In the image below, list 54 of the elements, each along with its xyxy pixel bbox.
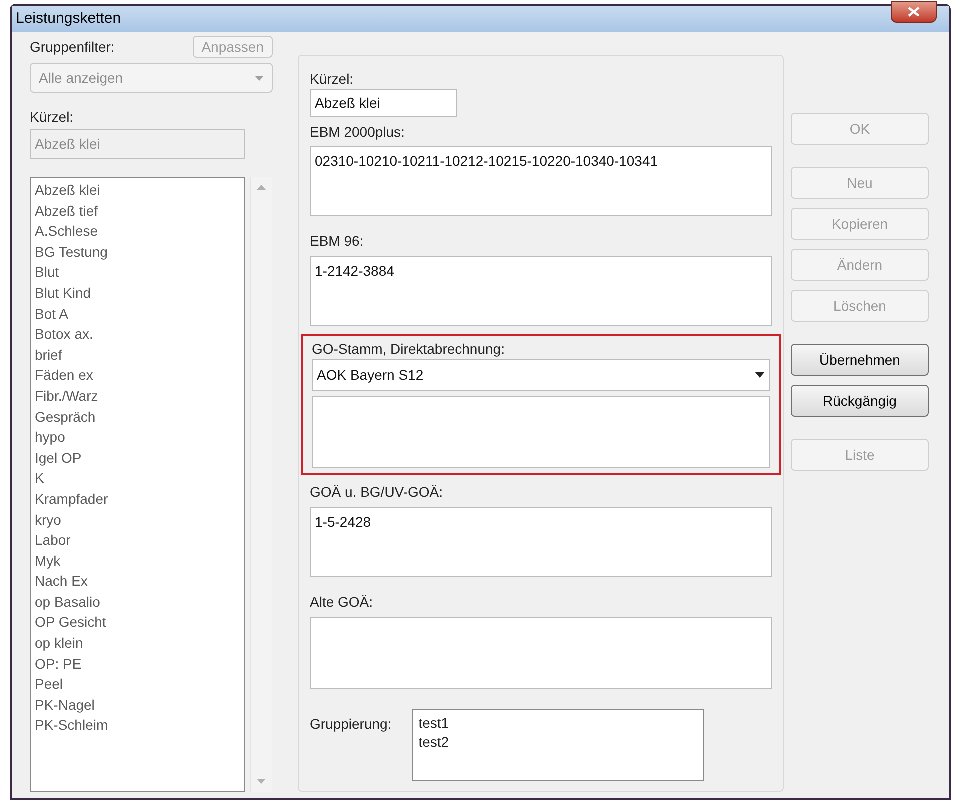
field-label: Gruppierung: bbox=[310, 716, 392, 732]
list-item[interactable]: PK-Schleim bbox=[35, 715, 240, 736]
text-area[interactable] bbox=[312, 396, 770, 468]
field-label: GOÄ u. BG/UV-GOÄ: bbox=[310, 484, 444, 500]
list-item[interactable]: kryo bbox=[35, 510, 240, 530]
list-item[interactable]: test2 bbox=[418, 733, 697, 752]
list-item[interactable]: OP: PE bbox=[35, 654, 240, 674]
list-item[interactable]: A.Schlese bbox=[35, 221, 240, 242]
field-label: Kürzel: bbox=[310, 70, 354, 88]
text-area[interactable]: 1-2142-3884 bbox=[310, 256, 772, 326]
window-title: Leistungsketten bbox=[16, 8, 122, 29]
text-area[interactable]: 02310-10210-10211-10212-10215-10220-10340-10341 bbox=[310, 146, 772, 216]
list-item[interactable]: Peel bbox=[35, 674, 240, 695]
list-item[interactable]: op Basalio bbox=[35, 592, 240, 612]
close-button[interactable] bbox=[891, 1, 937, 23]
group-filter-label: Gruppenfilter: bbox=[30, 38, 115, 57]
list-item[interactable]: Nach Ex bbox=[35, 571, 240, 592]
list-item[interactable]: Blut bbox=[35, 262, 240, 283]
dialog-button[interactable]: Rückgängig bbox=[791, 385, 929, 417]
scroll-down-icon bbox=[257, 779, 266, 784]
list-item[interactable]: Fäden ex bbox=[35, 365, 240, 386]
kuerzel-label: Kürzel: bbox=[30, 108, 75, 127]
list-item[interactable]: Abzeß tief bbox=[35, 200, 240, 222]
list-item[interactable]: op klein bbox=[35, 633, 240, 654]
list-item[interactable]: Labor bbox=[35, 530, 240, 551]
list-item[interactable]: test1 bbox=[418, 714, 697, 733]
list-item[interactable]: OP Gesicht bbox=[35, 612, 240, 634]
list-item[interactable]: Krampfader bbox=[35, 488, 240, 510]
list-item[interactable]: Bot A bbox=[35, 304, 240, 324]
list-item[interactable]: Botox ax. bbox=[35, 324, 240, 345]
list-item[interactable]: Blut Kind bbox=[35, 282, 240, 304]
field-label: EBM 2000plus: bbox=[310, 124, 405, 140]
dropdown-arrow-icon bbox=[255, 76, 264, 80]
kuerzel-input[interactable]: Abzeß klei bbox=[310, 89, 457, 117]
dropdown-arrow-icon bbox=[755, 372, 765, 378]
list-item[interactable]: Abzeß klei bbox=[35, 180, 240, 201]
text-area[interactable]: 1-5-2428 bbox=[310, 507, 772, 577]
list-item[interactable]: hypo bbox=[35, 427, 240, 448]
close-icon bbox=[908, 7, 920, 17]
list-item[interactable]: Igel OP bbox=[35, 448, 240, 468]
scroll-up-icon bbox=[257, 185, 266, 190]
list-item[interactable]: Myk bbox=[35, 550, 240, 572]
list-item[interactable]: BG Testung bbox=[35, 242, 240, 262]
list-item[interactable]: Fibr./Warz bbox=[35, 386, 240, 407]
list-item[interactable]: PK-Nagel bbox=[35, 694, 240, 716]
text-area[interactable] bbox=[310, 617, 772, 689]
go-stamm-dropdown[interactable]: AOK Bayern S12 bbox=[312, 359, 770, 391]
list-item[interactable]: brief bbox=[35, 344, 240, 366]
dialog-button[interactable]: Übernehmen bbox=[791, 344, 929, 376]
list-item[interactable]: Gespräch bbox=[35, 406, 240, 428]
field-label: Alte GOÄ: bbox=[310, 594, 374, 610]
list-item[interactable]: K bbox=[35, 468, 240, 489]
field-label: EBM 96: bbox=[310, 233, 364, 249]
field-label: GO-Stamm, Direktabrechnung: bbox=[312, 340, 505, 358]
